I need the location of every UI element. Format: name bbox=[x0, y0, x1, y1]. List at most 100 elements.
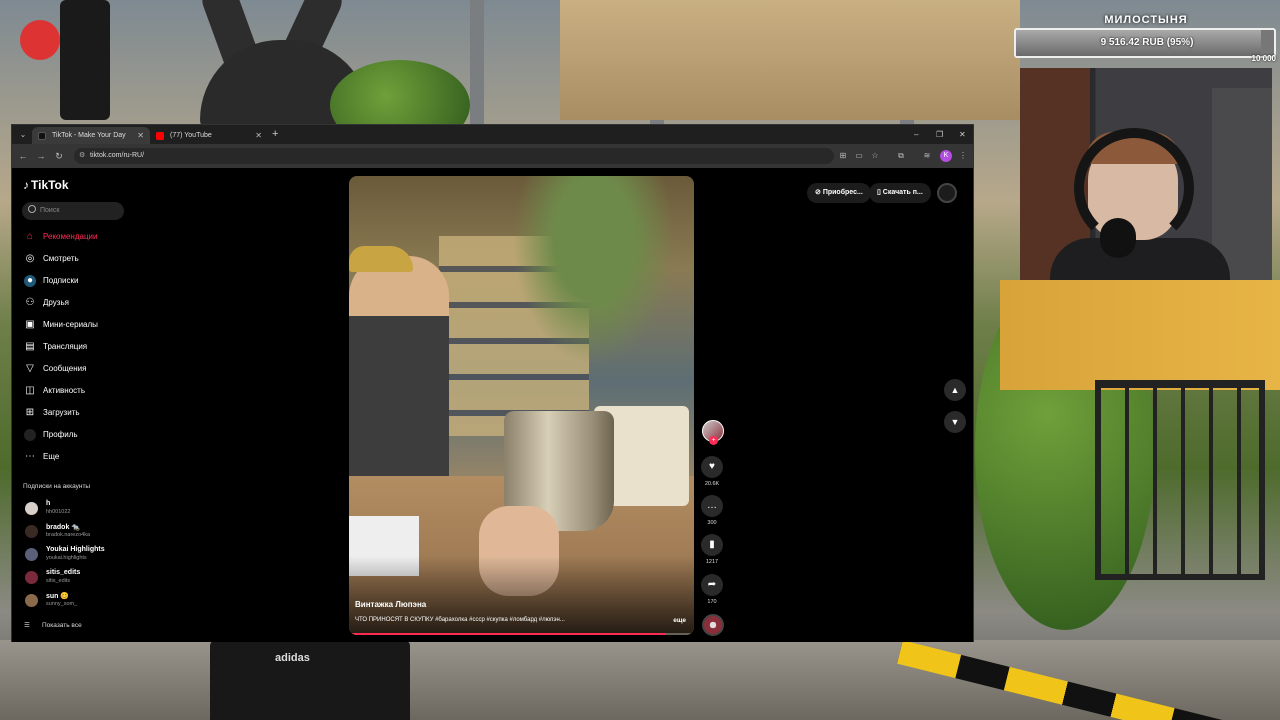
follow-plus-icon[interactable]: + bbox=[709, 436, 718, 445]
user-avatar[interactable] bbox=[937, 183, 957, 203]
share-action[interactable]: ➦ 170 bbox=[701, 574, 725, 605]
account-name: h bbox=[46, 500, 51, 507]
nav-label: Смотреть bbox=[43, 254, 79, 263]
logo-text: TikTok bbox=[31, 178, 69, 192]
video-progress-fill bbox=[349, 633, 667, 635]
nav-label: Друзья bbox=[43, 298, 69, 307]
account-name: sun 😊 bbox=[46, 593, 70, 600]
account-item[interactable]: sitis_edits sitis_edits bbox=[22, 568, 142, 588]
nav-label: Подписки bbox=[43, 276, 79, 285]
music-disc-icon[interactable] bbox=[702, 614, 724, 636]
extensions-icon[interactable]: ⧉ bbox=[894, 149, 908, 163]
donation-amount: 9 516.42 RUB (95%) bbox=[1100, 37, 1194, 48]
browser-window: ⌄ TikTok - Make Your Day ✕ (77) YouTube … bbox=[11, 124, 974, 642]
tab-youtube[interactable]: (77) YouTube ✕ bbox=[150, 127, 268, 144]
account-item[interactable]: Youkai Highlights youkai.highlights bbox=[22, 545, 142, 565]
close-tab-icon[interactable]: ✕ bbox=[137, 127, 144, 144]
tab-search-icon[interactable]: ⌄ bbox=[16, 128, 30, 141]
forward-icon[interactable]: → bbox=[34, 149, 48, 163]
tiktok-favicon-icon bbox=[38, 132, 46, 140]
following-icon: ● bbox=[24, 275, 36, 287]
character-body bbox=[210, 640, 410, 720]
pole bbox=[470, 0, 484, 130]
home-icon: ⌂ bbox=[26, 231, 34, 242]
toolbar: ← → ↻ ⚙ tiktok.com/ru-RU/ ⊞ ▭ ☆ ⧉ ≋ K ⋮ bbox=[12, 144, 973, 168]
tiktok-page: ♪ TikTok Поиск ⌂ Рекомендации ◎ Смотреть … bbox=[12, 168, 973, 642]
compass-icon: ◎ bbox=[25, 253, 35, 264]
profile-icon bbox=[24, 429, 36, 441]
video-author[interactable]: Винтажка Люпэна bbox=[355, 600, 426, 609]
tab-title: TikTok - Make Your Day bbox=[52, 132, 126, 139]
extension-icon[interactable]: ≋ bbox=[920, 149, 934, 163]
window-close-icon[interactable]: ✕ bbox=[959, 127, 966, 142]
show-all-button[interactable]: ☰ Показать все bbox=[24, 620, 82, 632]
nav-messages[interactable]: ▽ Сообщения bbox=[22, 360, 132, 378]
purchase-coins-button[interactable]: ⊘ Приобрес... bbox=[807, 183, 871, 203]
bookmark-star-icon[interactable]: ☆ bbox=[868, 149, 882, 163]
heart-icon[interactable]: ♥ bbox=[701, 456, 723, 478]
account-item[interactable]: h hh001022 bbox=[22, 499, 142, 519]
purchase-label: Приобрес... bbox=[822, 189, 863, 196]
nav-profile[interactable]: Профиль bbox=[22, 426, 132, 444]
site-info-icon[interactable]: ⚙ bbox=[79, 148, 85, 164]
like-action[interactable]: ♥ 20.6K bbox=[701, 456, 725, 487]
video-plant bbox=[499, 176, 689, 386]
tiktok-logo[interactable]: ♪ TikTok bbox=[23, 178, 69, 192]
nav-explore[interactable]: ◎ Смотреть bbox=[22, 250, 132, 268]
account-handle: hh001022 bbox=[46, 509, 71, 515]
nav-live[interactable]: ▤ Трансляция bbox=[22, 338, 132, 356]
donation-progress-bar: 9 516.42 RUB (95%) bbox=[1014, 28, 1276, 58]
friends-icon: ⚇ bbox=[25, 297, 35, 308]
profile-avatar[interactable]: K bbox=[940, 150, 952, 162]
fence bbox=[1095, 380, 1265, 580]
avatar bbox=[25, 548, 38, 561]
translate-icon[interactable]: ⊞ bbox=[836, 149, 850, 163]
nav-following[interactable]: ● Подписки bbox=[22, 272, 132, 290]
nav-more[interactable]: ⋯ Еще bbox=[22, 448, 132, 466]
nav-label: Трансляция bbox=[43, 342, 88, 351]
video-player[interactable]: Винтажка Люпэна ЧТО ПРИНОСЯТ В СКУПКУ #б… bbox=[349, 176, 694, 635]
nav-activity[interactable]: ◫ Активность bbox=[22, 382, 132, 400]
video-progress-bar[interactable] bbox=[349, 633, 694, 635]
list-icon: ☰ bbox=[24, 622, 30, 629]
menu-icon[interactable]: ⋮ bbox=[956, 149, 970, 163]
save-action[interactable]: ▮ 1217 bbox=[701, 534, 725, 565]
maximize-icon[interactable]: ❐ bbox=[936, 127, 943, 142]
account-handle: youkai.highlights bbox=[46, 555, 87, 561]
share-icon[interactable]: ➦ bbox=[701, 574, 723, 596]
webcam-door bbox=[1212, 88, 1272, 280]
nav-upload[interactable]: ⊞ Загрузить bbox=[22, 404, 132, 422]
close-tab-icon[interactable]: ✕ bbox=[255, 127, 262, 144]
nav-friends[interactable]: ⚇ Друзья bbox=[22, 294, 132, 312]
comment-icon[interactable]: … bbox=[701, 495, 723, 517]
microphone bbox=[1100, 218, 1136, 258]
video-man bbox=[349, 256, 449, 486]
tab-bar: ⌄ TikTok - Make Your Day ✕ (77) YouTube … bbox=[12, 125, 973, 144]
tiktok-note-icon: ♪ bbox=[23, 178, 29, 192]
avatar bbox=[25, 571, 38, 584]
cast-icon[interactable]: ▭ bbox=[852, 149, 866, 163]
following-accounts-heading: Подписки на аккаунты bbox=[23, 483, 91, 490]
nav-label: Еще bbox=[43, 452, 60, 461]
download-app-button[interactable]: ▯ Скачать п... bbox=[869, 183, 931, 203]
save-count: 1217 bbox=[705, 559, 719, 565]
upload-icon: ⊞ bbox=[25, 407, 35, 418]
reload-icon[interactable]: ↻ bbox=[52, 149, 66, 163]
comment-action[interactable]: … 300 bbox=[701, 495, 725, 526]
caption-more-button[interactable]: еще bbox=[673, 617, 686, 624]
chevron-down-icon[interactable]: ▼ bbox=[944, 411, 966, 433]
back-icon[interactable]: ← bbox=[16, 149, 30, 163]
new-tab-icon[interactable]: + bbox=[272, 127, 278, 142]
video-caption: ЧТО ПРИНОСЯТ В СКУПКУ #барахолка #ссср #… bbox=[355, 617, 565, 623]
account-item[interactable]: sun 😊 sunny_som_ bbox=[22, 591, 142, 611]
address-bar[interactable]: ⚙ tiktok.com/ru-RU/ bbox=[74, 148, 834, 164]
nav-recommendations[interactable]: ⌂ Рекомендации bbox=[22, 228, 132, 246]
bookmark-icon[interactable]: ▮ bbox=[701, 534, 723, 556]
minimize-icon[interactable]: – bbox=[914, 127, 918, 142]
tab-tiktok[interactable]: TikTok - Make Your Day ✕ bbox=[32, 127, 150, 144]
chevron-up-icon[interactable]: ▲ bbox=[944, 379, 966, 401]
nav-mini-series[interactable]: ▣ Мини-сериалы bbox=[22, 316, 132, 334]
account-item[interactable]: bradok 🐀 bradok.narezo4ka bbox=[22, 522, 142, 542]
nav-label: Мини-сериалы bbox=[43, 320, 98, 329]
search-input[interactable]: Поиск bbox=[22, 202, 124, 220]
